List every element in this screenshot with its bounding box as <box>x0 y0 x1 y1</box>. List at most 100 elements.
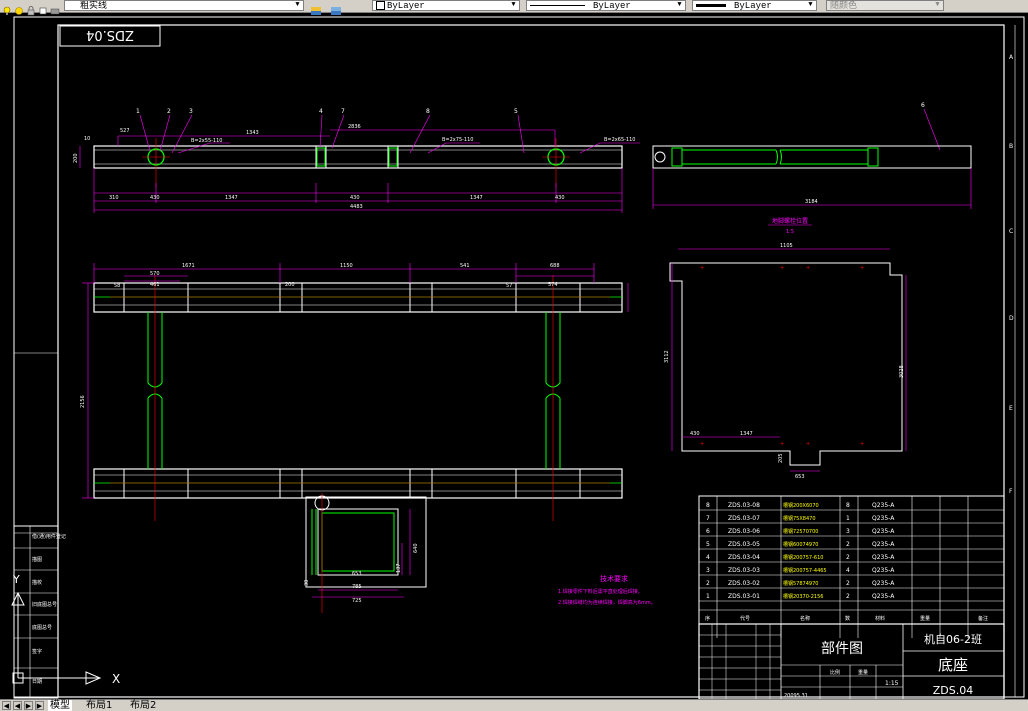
chevron-down-icon: ▼ <box>677 1 682 9</box>
svg-text:725: 725 <box>352 598 362 604</box>
svg-text:比例: 比例 <box>830 669 840 676</box>
svg-text:430: 430 <box>555 195 565 201</box>
svg-text:ZDS.03-07: ZDS.03-07 <box>728 515 760 522</box>
svg-text:58: 58 <box>114 283 120 289</box>
svg-text:1: 1 <box>706 593 710 600</box>
svg-text:1:5: 1:5 <box>786 229 794 235</box>
next-tab-icon[interactable]: ▶ <box>24 701 33 710</box>
svg-text:2.焊接焊缝均为连续焊接，焊脚高为6mm。: 2.焊接焊缝均为连续焊接，焊脚高为6mm。 <box>558 599 656 606</box>
svg-text:430: 430 <box>690 431 700 437</box>
svg-text:D: D <box>1009 315 1014 322</box>
first-tab-icon[interactable]: ◀ <box>2 701 11 710</box>
svg-text:描图: 描图 <box>32 556 42 563</box>
svg-text:4483: 4483 <box>350 204 363 210</box>
svg-text:3: 3 <box>706 567 710 574</box>
svg-text:461: 461 <box>150 282 160 288</box>
svg-text:旧底图总号: 旧底图总号 <box>32 601 57 608</box>
svg-text:底图总号: 底图总号 <box>32 624 52 631</box>
layer-previous-icon[interactable] <box>330 1 341 15</box>
svg-text:+: + <box>860 441 864 447</box>
svg-text:代号: 代号 <box>740 615 750 622</box>
svg-text:1150: 1150 <box>340 263 353 269</box>
svg-text:ZDS.03-02: ZDS.03-02 <box>728 580 760 587</box>
plotstyle-dropdown[interactable]: 随颜色 ▼ <box>826 0 944 11</box>
svg-text:6: 6 <box>921 102 925 109</box>
svg-text:2: 2 <box>846 580 850 587</box>
linetype-dropdown[interactable]: ByLayer ▼ <box>526 0 686 11</box>
svg-text:ZDS.03-05: ZDS.03-05 <box>728 541 760 548</box>
svg-text:640: 640 <box>413 543 419 553</box>
svg-text:槽钢60074970: 槽钢60074970 <box>783 541 818 548</box>
svg-text:X: X <box>112 672 120 686</box>
svg-text:3: 3 <box>846 528 850 535</box>
detail-view: 653 785 725 640 137 30 <box>304 493 427 613</box>
svg-text:1343: 1343 <box>246 130 259 136</box>
layer-color-icon[interactable] <box>38 1 48 15</box>
svg-text:+: + <box>806 265 810 271</box>
front-view-dims: 4483 1343 2836 1347 1347 430 430 430 310… <box>73 124 635 210</box>
tab-layout2[interactable]: 布局2 <box>130 700 156 711</box>
drawing-canvas[interactable]: A B C D E F ZDS.04 借(通)用件登记 描图 描校 旧底图总号 … <box>0 13 1028 700</box>
svg-text:B=2x65-110: B=2x65-110 <box>604 137 635 143</box>
svg-text:Q235-A: Q235-A <box>872 554 895 561</box>
layer-states-icon[interactable] <box>310 1 321 15</box>
svg-text:1105: 1105 <box>780 243 793 249</box>
svg-text:Q235-A: Q235-A <box>872 515 895 522</box>
tab-model[interactable]: 模型 <box>48 700 72 711</box>
svg-text:备注: 备注 <box>978 615 988 622</box>
svg-text:2: 2 <box>846 541 850 548</box>
svg-text:B: B <box>1009 143 1013 150</box>
svg-text:F: F <box>1009 488 1013 495</box>
svg-text:ZDS.03-01: ZDS.03-01 <box>728 593 760 600</box>
svg-text:3184: 3184 <box>805 199 818 205</box>
prev-tab-icon[interactable]: ◀ <box>13 701 22 710</box>
svg-text:重量: 重量 <box>858 669 868 676</box>
svg-text:1347: 1347 <box>225 195 238 201</box>
svg-text:A: A <box>1009 54 1014 61</box>
svg-text:借(通)用件登记: 借(通)用件登记 <box>32 533 66 540</box>
svg-text:5: 5 <box>706 541 710 548</box>
svg-text:Y: Y <box>12 573 20 586</box>
svg-text:430: 430 <box>150 195 160 201</box>
chevron-down-icon: ▼ <box>295 1 300 9</box>
svg-text:ZDS.03-06: ZDS.03-06 <box>728 528 760 535</box>
color-dropdown[interactable]: ByLayer ▼ <box>372 0 520 11</box>
svg-text:1: 1 <box>846 515 850 522</box>
drawing-svg: A B C D E F ZDS.04 借(通)用件登记 描图 描校 旧底图总号 … <box>11 16 1025 700</box>
properties-toolbar: 粗实线 ▼ ByLayer ▼ ByLayer ▼ ByLayer ▼ 随颜色 … <box>0 0 1028 16</box>
svg-text:5: 5 <box>514 108 518 115</box>
svg-text:名称: 名称 <box>800 615 810 622</box>
svg-text:重量: 重量 <box>920 615 930 622</box>
svg-text:8: 8 <box>846 502 850 509</box>
svg-text:541: 541 <box>460 263 470 269</box>
tab-layout1[interactable]: 布局1 <box>86 700 112 711</box>
svg-text:2: 2 <box>167 108 171 115</box>
parts-table: 8 ZDS.03-08 槽钢200X6070 8 Q235-A 7 ZDS.03… <box>698 495 1005 638</box>
svg-text:Q235-A: Q235-A <box>872 528 895 535</box>
svg-text:+: + <box>780 441 784 447</box>
lineweight-dropdown[interactable]: ByLayer ▼ <box>692 0 817 11</box>
svg-text:1.焊接零件下料后需平直处理后焊接。: 1.焊接零件下料后需平直处理后焊接。 <box>558 588 643 595</box>
svg-text:+: + <box>860 265 864 271</box>
svg-text:+: + <box>780 265 784 271</box>
svg-text:槽钢200757-4465: 槽钢200757-4465 <box>783 567 827 574</box>
svg-text:8: 8 <box>706 502 710 509</box>
line-sample-icon <box>530 5 585 7</box>
drawing-number-label: ZDS.04 <box>933 684 973 697</box>
bulb-icon[interactable] <box>2 1 12 15</box>
title-block: 部件图 机自06-2班 底座 ZDS.04 1:15 比例 重量 20095.3… <box>698 623 1005 700</box>
sun-icon[interactable] <box>14 1 24 15</box>
layer-lock-icon[interactable] <box>26 1 36 16</box>
svg-text:C: C <box>1009 228 1013 235</box>
svg-text:1347: 1347 <box>740 431 753 437</box>
svg-text:310: 310 <box>109 195 119 201</box>
svg-text:3028: 3028 <box>899 365 905 378</box>
svg-text:槽钢200X6070: 槽钢200X6070 <box>783 502 819 509</box>
part-name-label: 底座 <box>938 656 968 674</box>
layer-dropdown[interactable]: 粗实线 ▼ <box>64 0 304 11</box>
svg-text:B=2x55-110: B=2x55-110 <box>191 138 222 144</box>
svg-text:2: 2 <box>846 593 850 600</box>
plot-icon[interactable] <box>50 1 60 15</box>
svg-text:688: 688 <box>550 263 560 269</box>
last-tab-icon[interactable]: ▶ <box>35 701 44 710</box>
